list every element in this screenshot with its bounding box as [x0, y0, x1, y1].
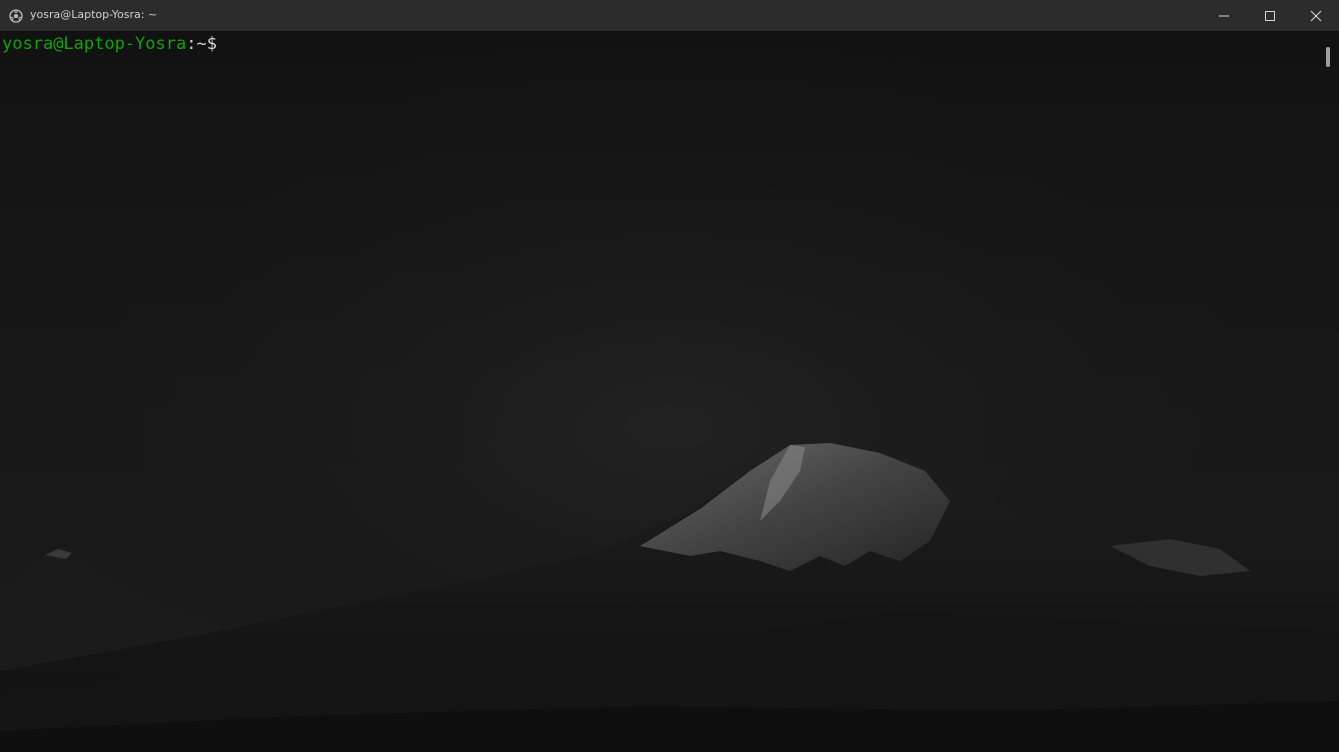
terminal-area[interactable]: yosra@Laptop-Yosra:~$ [0, 31, 1339, 752]
command-prompt[interactable]: yosra@Laptop-Yosra:~$ [2, 33, 217, 55]
close-button[interactable] [1293, 0, 1339, 31]
maximize-icon [1264, 10, 1276, 22]
maximize-button[interactable] [1247, 0, 1293, 31]
prompt-separator: : [186, 34, 197, 54]
prompt-path: ~ [196, 34, 207, 54]
minimize-button[interactable] [1201, 0, 1247, 31]
terminal-window: yosra@Laptop-Yosra: ~ yosra@Laptop-Yosra… [0, 0, 1339, 752]
close-icon [1310, 10, 1322, 22]
minimize-icon [1218, 10, 1230, 22]
prompt-user-host: yosra@Laptop-Yosra [2, 34, 187, 54]
scrollbar-thumb[interactable] [1326, 47, 1330, 67]
title-bar[interactable]: yosra@Laptop-Yosra: ~ [0, 0, 1339, 31]
window-title: yosra@Laptop-Yosra: ~ [30, 8, 158, 21]
linux-penguin-icon [9, 8, 23, 23]
mountain-wallpaper [0, 31, 1339, 752]
prompt-symbol: $ [206, 34, 217, 54]
